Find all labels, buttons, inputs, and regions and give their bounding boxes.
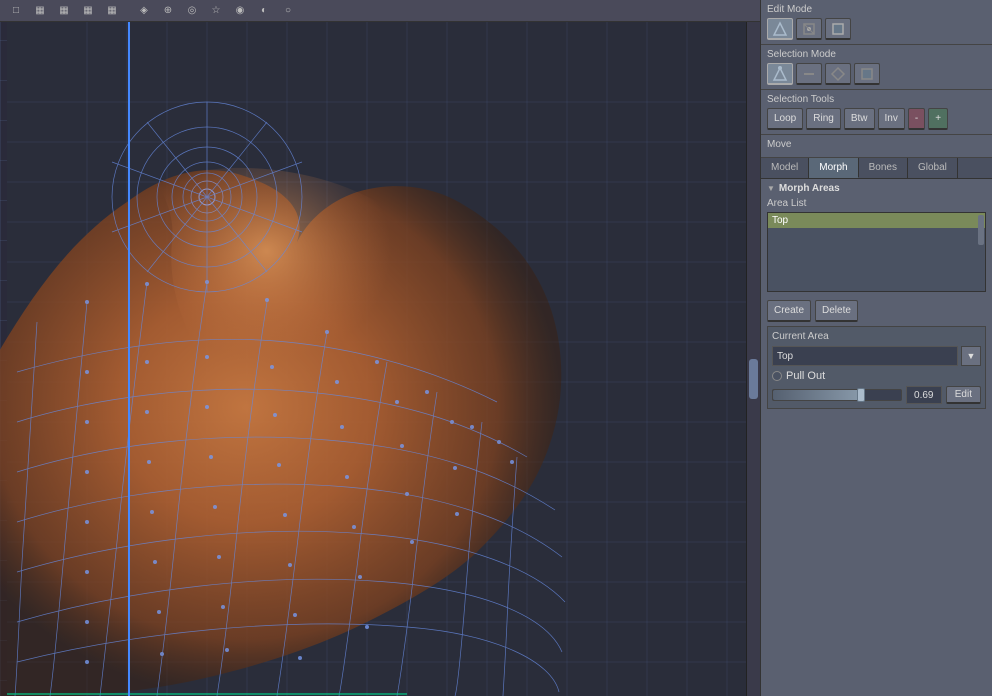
morph-slider-fill — [773, 390, 861, 400]
area-list-scroll-thumb[interactable] — [978, 215, 984, 245]
edit-mode-section: Edit Mode — [761, 0, 992, 45]
inv-btn[interactable]: Inv — [878, 108, 905, 130]
morph-slider-track[interactable] — [772, 389, 902, 401]
viewport-3d[interactable]: □ ▦ ▦ ▦ ▦ ◈ ⊕ ◎ ☆ ◉ ◐ ○ — [0, 0, 760, 696]
edit-mode-label: Edit Mode — [767, 4, 986, 15]
tab-bones[interactable]: Bones — [859, 158, 908, 178]
tab-global[interactable]: Global — [908, 158, 958, 178]
slider-row: Edit — [772, 386, 981, 404]
vp-icon-4: ▦ — [78, 3, 98, 19]
selection-mode-buttons — [767, 63, 986, 85]
vp-icon-8: ◎ — [182, 3, 202, 19]
current-area-input-row: ▼ — [772, 346, 981, 366]
vp-icon-12: ○ — [278, 3, 298, 19]
current-area-dropdown-btn[interactable]: ▼ — [961, 346, 981, 366]
tab-model[interactable]: Model — [761, 158, 809, 178]
properties-panel: Edit Mode Selection Mode — [760, 0, 992, 696]
edit-mode-face-btn[interactable] — [825, 18, 851, 40]
vp-icon-1: □ — [6, 3, 26, 19]
current-area-group: Current Area ▼ Pull Out Edit — [767, 326, 986, 409]
vp-icon-9: ☆ — [206, 3, 226, 19]
ring-btn[interactable]: Ring — [806, 108, 841, 130]
selection-mode-section: Selection Mode — [761, 45, 992, 90]
morph-slider-thumb[interactable] — [857, 388, 865, 402]
collapse-triangle-icon[interactable]: ▼ — [767, 184, 775, 193]
area-list-item[interactable]: Top — [768, 213, 985, 228]
edit-mode-buttons — [767, 18, 986, 40]
btw-btn[interactable]: Btw — [844, 108, 875, 130]
vp-icon-6: ◈ — [134, 3, 154, 19]
sel-mode-btn-3[interactable] — [854, 63, 880, 85]
pull-out-label: Pull Out — [786, 370, 825, 382]
minus-btn[interactable]: - — [908, 108, 925, 130]
current-area-input[interactable] — [772, 346, 958, 366]
vp-icon-11: ◐ — [254, 3, 274, 19]
vp-icon-7: ⊕ — [158, 3, 178, 19]
edit-mode-vertex-btn[interactable] — [767, 18, 793, 40]
current-area-label: Current Area — [772, 331, 981, 342]
move-label: Move — [767, 139, 986, 150]
edit-mode-edge-btn[interactable] — [796, 18, 822, 40]
area-list-label: Area List — [767, 198, 986, 209]
morph-edit-btn[interactable]: Edit — [946, 386, 981, 404]
sel-mode-btn-2[interactable] — [825, 63, 851, 85]
sel-mode-btn-1[interactable] — [796, 63, 822, 85]
create-area-btn[interactable]: Create — [767, 300, 811, 322]
pull-out-checkbox[interactable] — [772, 371, 782, 381]
vp-icon-3: ▦ — [54, 3, 74, 19]
selection-tools-label: Selection Tools — [767, 94, 986, 105]
mesh-canvas[interactable] — [0, 22, 760, 696]
move-section: Move — [761, 135, 992, 158]
area-list-inner: Top — [768, 213, 985, 291]
sel-mode-btn-0[interactable] — [767, 63, 793, 85]
plus-btn[interactable]: + — [928, 108, 948, 130]
tab-morph[interactable]: Morph — [809, 158, 858, 178]
vp-icon-2: ▦ — [30, 3, 50, 19]
morph-areas-title: Morph Areas — [779, 183, 840, 194]
morph-areas-header: ▼ Morph Areas — [767, 183, 986, 194]
mesh-svg — [0, 22, 760, 696]
area-list-box[interactable]: Top — [767, 212, 986, 292]
area-crud-buttons: Create Delete — [767, 300, 986, 322]
pull-out-row: Pull Out — [772, 370, 981, 382]
selection-tools-buttons: Loop Ring Btw Inv - + — [767, 108, 986, 130]
loop-btn[interactable]: Loop — [767, 108, 803, 130]
morph-areas-section: ▼ Morph Areas Area List Top Create Delet… — [761, 179, 992, 696]
selection-tools-section: Selection Tools Loop Ring Btw Inv - + — [761, 90, 992, 135]
tabs-row: Model Morph Bones Global — [761, 158, 992, 179]
vp-icon-5: ▦ — [102, 3, 122, 19]
morph-value-input[interactable] — [906, 386, 942, 404]
viewport-scrollbar[interactable] — [746, 22, 760, 696]
guide-line — [128, 22, 130, 696]
selection-mode-label: Selection Mode — [767, 49, 986, 60]
viewport-toolbar: □ ▦ ▦ ▦ ▦ ◈ ⊕ ◎ ☆ ◉ ◐ ○ — [0, 0, 760, 22]
delete-area-btn[interactable]: Delete — [815, 300, 858, 322]
viewport-scrollbar-thumb[interactable] — [749, 359, 758, 399]
vp-icon-10: ◉ — [230, 3, 250, 19]
